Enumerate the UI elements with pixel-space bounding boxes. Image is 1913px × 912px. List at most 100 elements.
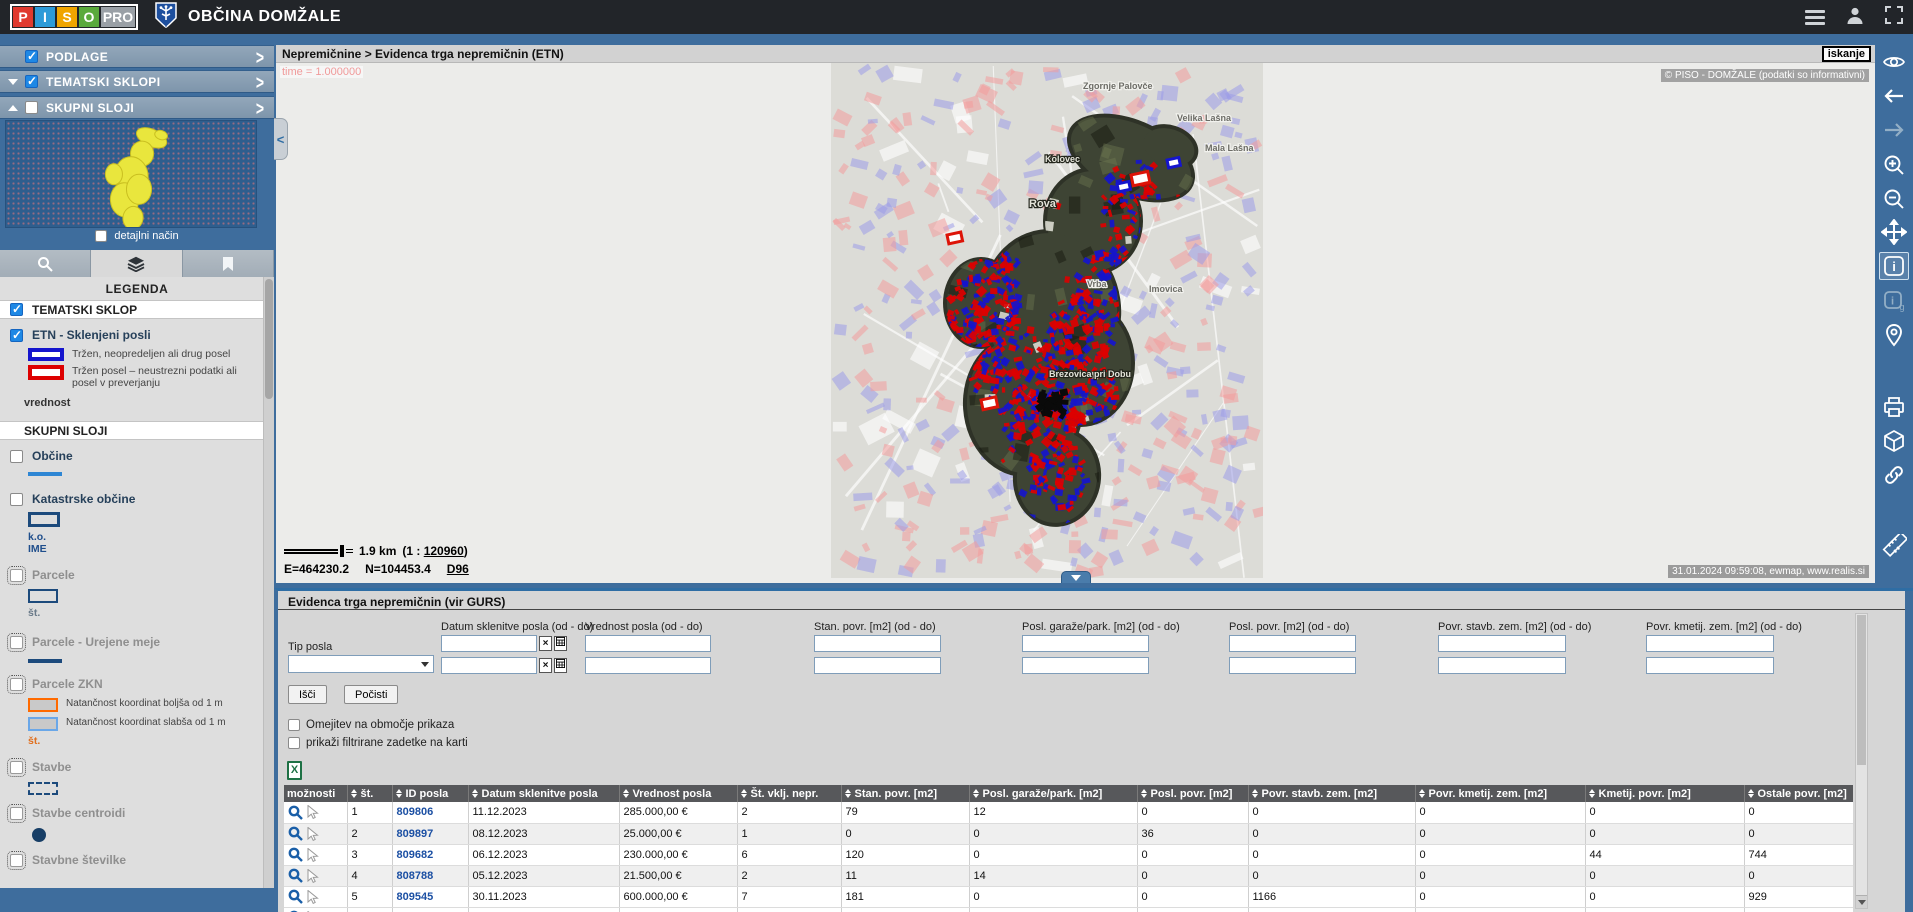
column-header[interactable]: ID posla bbox=[392, 785, 468, 802]
table-row[interactable]: 580954530.11.2023600.000,00 €71810011660… bbox=[284, 886, 1853, 907]
tab-search[interactable] bbox=[0, 250, 91, 277]
accordion-skupni-sloji[interactable]: SKUPNI SLOJI > bbox=[0, 96, 274, 119]
garaze-od-input[interactable] bbox=[1022, 635, 1149, 652]
table-row[interactable]: 480878805.12.202321.500,00 €2111400000 bbox=[284, 865, 1853, 886]
column-header[interactable]: Povr. stavb. zem. [m2] bbox=[1248, 785, 1415, 802]
search-button[interactable]: Išči bbox=[288, 685, 327, 704]
stan-do-input[interactable] bbox=[814, 657, 941, 674]
column-header[interactable]: Posl. povr. [m2] bbox=[1137, 785, 1248, 802]
column-header[interactable]: Ostale povr. [m2] bbox=[1744, 785, 1853, 802]
stavbe-checkbox[interactable] bbox=[10, 761, 23, 774]
posl-do-input[interactable] bbox=[1229, 657, 1356, 674]
datum-od-input[interactable] bbox=[441, 635, 537, 652]
datum-link[interactable]: D96 bbox=[447, 562, 469, 576]
user-icon[interactable] bbox=[1845, 5, 1865, 30]
kmetij-od-input[interactable] bbox=[1646, 635, 1774, 652]
etn-checkbox[interactable] bbox=[10, 329, 23, 342]
skupni-checkbox[interactable] bbox=[25, 101, 38, 114]
share-link-button[interactable] bbox=[1879, 461, 1909, 489]
katastrske-checkbox[interactable] bbox=[10, 493, 23, 506]
id-posla-link[interactable]: 809897 bbox=[392, 823, 468, 844]
column-header[interactable]: Št. vklj. nepr. bbox=[737, 785, 841, 802]
column-header[interactable]: Kmetij. povr. [m2] bbox=[1585, 785, 1744, 802]
row-select-icon[interactable] bbox=[307, 827, 319, 841]
row-select-icon[interactable] bbox=[307, 848, 319, 862]
print-button[interactable] bbox=[1879, 393, 1909, 421]
measure-button[interactable] bbox=[1879, 533, 1909, 561]
id-posla-link[interactable]: 809806 bbox=[392, 802, 468, 823]
collapse-bottom-handle[interactable] bbox=[1061, 571, 1091, 583]
id-posla-link[interactable]: 809545 bbox=[392, 886, 468, 907]
overview-eye-button[interactable] bbox=[1879, 48, 1909, 76]
clear-button[interactable]: Počisti bbox=[344, 685, 398, 704]
column-header[interactable]: Datum sklenitve posla bbox=[468, 785, 619, 802]
posl-od-input[interactable] bbox=[1229, 635, 1356, 652]
row-select-icon[interactable] bbox=[307, 805, 319, 819]
obcine-checkbox[interactable] bbox=[10, 450, 23, 463]
urejene-checkbox[interactable] bbox=[10, 636, 23, 649]
row-zoom-icon[interactable] bbox=[288, 826, 303, 841]
excel-export-icon[interactable]: X bbox=[287, 761, 302, 780]
pan-button[interactable] bbox=[1879, 218, 1909, 246]
locate-pin-button[interactable] bbox=[1879, 321, 1909, 349]
stevilke-checkbox[interactable] bbox=[10, 854, 23, 867]
row-select-icon[interactable] bbox=[307, 890, 319, 904]
vrednost-od-input[interactable] bbox=[585, 635, 711, 652]
fullscreen-icon[interactable] bbox=[1885, 6, 1903, 29]
zoom-out-button[interactable] bbox=[1879, 185, 1909, 213]
panel-scrollbar[interactable] bbox=[1855, 613, 1868, 909]
row-zoom-icon[interactable] bbox=[288, 847, 303, 862]
row-zoom-icon[interactable] bbox=[288, 889, 303, 904]
garaze-do-input[interactable] bbox=[1022, 657, 1149, 674]
tab-layers[interactable] bbox=[91, 250, 182, 277]
column-header[interactable]: Stan. povr. [m2] bbox=[841, 785, 969, 802]
iskanje-button[interactable]: iskanje bbox=[1822, 46, 1871, 62]
row-select-icon[interactable] bbox=[307, 869, 319, 883]
table-row[interactable]: 380968206.12.2023230.000,00 €61200000447… bbox=[284, 844, 1853, 865]
vrednost-do-input[interactable] bbox=[585, 657, 711, 674]
datum-do-input[interactable] bbox=[441, 657, 537, 674]
legend-scrollbar[interactable] bbox=[263, 277, 274, 888]
piso-logo[interactable]: P I S O PRO bbox=[10, 4, 138, 30]
centroidi-checkbox[interactable] bbox=[10, 807, 23, 820]
overview-map[interactable] bbox=[5, 120, 257, 228]
podlage-checkbox[interactable] bbox=[25, 50, 38, 63]
datum-do-calendar-icon[interactable] bbox=[554, 658, 567, 673]
column-header[interactable]: Posl. garaže/park. [m2] bbox=[969, 785, 1137, 802]
accordion-podlage[interactable]: PODLAGE > bbox=[0, 45, 274, 68]
stavb-do-input[interactable] bbox=[1438, 657, 1566, 674]
zkn-checkbox[interactable] bbox=[10, 678, 23, 691]
table-row[interactable]: 280989708.12.202325.000,00 €100360000 bbox=[284, 823, 1853, 844]
forward-button[interactable] bbox=[1879, 116, 1909, 144]
kmetij-do-input[interactable] bbox=[1646, 657, 1774, 674]
row-zoom-icon[interactable] bbox=[288, 868, 303, 883]
menu-icon[interactable] bbox=[1805, 10, 1825, 25]
table-row[interactable]: 180980611.12.2023285.000,00 €2791200000 bbox=[284, 802, 1853, 823]
tip-posla-select[interactable] bbox=[288, 655, 434, 673]
map-canvas[interactable]: Zgornje PalovčeKolovecRovaVelika LašnaMa… bbox=[831, 63, 1263, 578]
scale-ratio-link[interactable]: 120960 bbox=[424, 544, 464, 558]
datum-do-clear-icon[interactable]: × bbox=[539, 658, 552, 673]
id-posla-link[interactable]: 808788 bbox=[392, 865, 468, 886]
zoom-in-button[interactable] bbox=[1879, 151, 1909, 179]
tab-bookmark[interactable] bbox=[183, 250, 274, 277]
tematski-sklop-checkbox[interactable] bbox=[10, 303, 23, 316]
column-header[interactable]: št. bbox=[347, 785, 392, 802]
show-filtered-checkbox[interactable] bbox=[288, 737, 300, 749]
identify-group-button[interactable]: ig bbox=[1879, 287, 1909, 315]
3d-cube-button[interactable] bbox=[1879, 427, 1909, 455]
datum-od-clear-icon[interactable]: × bbox=[539, 636, 552, 651]
identify-button[interactable]: i bbox=[1879, 252, 1909, 280]
back-button[interactable] bbox=[1879, 82, 1909, 110]
id-posla-link[interactable]: 809682 bbox=[392, 844, 468, 865]
row-zoom-icon[interactable] bbox=[288, 805, 303, 820]
scroll-down-icon[interactable] bbox=[1856, 895, 1867, 908]
limit-extent-checkbox[interactable] bbox=[288, 719, 300, 731]
column-header[interactable]: Vrednost posla bbox=[619, 785, 737, 802]
column-header[interactable]: Povr. kmetij. zem. [m2] bbox=[1415, 785, 1585, 802]
detail-mode-checkbox[interactable] bbox=[95, 230, 107, 242]
table-row[interactable] bbox=[284, 907, 1853, 912]
datum-od-calendar-icon[interactable] bbox=[554, 636, 567, 651]
accordion-tematski-sklopi[interactable]: TEMATSKI SKLOPI > bbox=[0, 70, 274, 93]
stan-od-input[interactable] bbox=[814, 635, 941, 652]
